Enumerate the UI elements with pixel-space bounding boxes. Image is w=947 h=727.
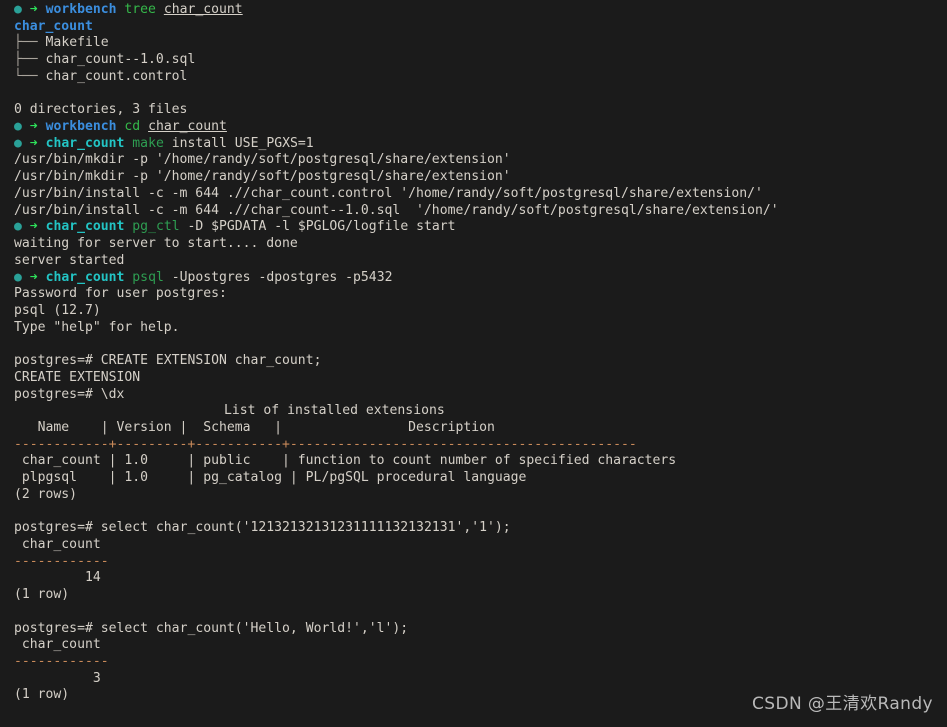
blank-line <box>0 504 947 521</box>
prompt-arrow-icon: ➜ <box>30 119 38 134</box>
prompt-dot-icon: ● <box>14 270 22 285</box>
tree-entry-name: Makefile <box>46 35 109 50</box>
tree-summary: 0 directories, 3 files <box>0 102 947 119</box>
blank-line <box>0 336 947 353</box>
tree-entry: ├── char_count--1.0.sql <box>0 52 947 69</box>
prompt-host: char_count <box>46 136 125 151</box>
prompt-arrow-icon: ➜ <box>30 219 38 234</box>
tree-entry-name: char_count.control <box>46 69 188 84</box>
make-output-line: /usr/bin/mkdir -p '/home/randy/soft/post… <box>0 169 947 186</box>
make-output-line: /usr/bin/mkdir -p '/home/randy/soft/post… <box>0 152 947 169</box>
pgctl-output-line: server started <box>0 253 947 270</box>
psql-prompt-label: postgres=# <box>14 387 93 402</box>
terminal-window: ● ➜ workbench tree char_count char_count… <box>0 0 947 727</box>
query-result-value: 14 <box>0 570 947 587</box>
tree-branch-icon: └── <box>14 69 38 84</box>
command-make: make <box>132 136 164 151</box>
prompt-dot-icon: ● <box>14 2 22 17</box>
psql-query-text: select char_count('Hello, World!','l'); <box>101 621 408 636</box>
prompt-line-pgctl: ● ➜ char_count pg_ctl -D $PGDATA -l $PGL… <box>0 219 947 236</box>
tree-root: char_count <box>0 19 947 36</box>
psql-query-text: \dx <box>101 387 125 402</box>
psql-prompt-label: postgres=# <box>14 353 93 368</box>
prompt-host: workbench <box>46 2 117 17</box>
dx-table-title: List of installed extensions <box>0 403 947 420</box>
command-tree-arg: char_count <box>164 2 243 17</box>
prompt-arrow-icon: ➜ <box>30 2 38 17</box>
psql-prompt-label: postgres=# <box>14 520 93 535</box>
psql-startup-line: Password for user postgres: <box>0 286 947 303</box>
prompt-arrow-icon: ➜ <box>30 270 38 285</box>
psql-prompt-create-extension: postgres=# CREATE EXTENSION char_count; <box>0 353 947 370</box>
table-row: char_count | 1.0 | public | function to … <box>0 453 947 470</box>
tree-entry: └── char_count.control <box>0 69 947 86</box>
command-cd: cd <box>124 119 140 134</box>
prompt-host: char_count <box>46 219 125 234</box>
psql-startup-line: psql (12.7) <box>0 303 947 320</box>
prompt-line-psql: ● ➜ char_count psql -Upostgres -dpostgre… <box>0 270 947 287</box>
table-row: plpgsql | 1.0 | pg_catalog | PL/pgSQL pr… <box>0 470 947 487</box>
tree-root-label: char_count <box>14 19 93 34</box>
query-separator: ------------ <box>0 554 947 571</box>
blank-line <box>0 86 947 103</box>
make-output-line: /usr/bin/install -c -m 644 .//char_count… <box>0 203 947 220</box>
query-column-header: char_count <box>0 537 947 554</box>
prompt-dot-icon: ● <box>14 136 22 151</box>
tree-branch-icon: ├── <box>14 52 38 67</box>
watermark-text: CSDN @王清欢Randy <box>752 696 933 713</box>
tree-entry-name: char_count--1.0.sql <box>46 52 196 67</box>
query-separator: ------------ <box>0 654 947 671</box>
psql-prompt-query-1: postgres=# select char_count('1213213213… <box>0 520 947 537</box>
prompt-host: workbench <box>46 119 117 134</box>
pgctl-output-line: waiting for server to start.... done <box>0 236 947 253</box>
dx-table-separator: ------------+---------+-----------+-----… <box>0 437 947 454</box>
dx-row-count: (2 rows) <box>0 487 947 504</box>
psql-query-text: select char_count('121321321312311111321… <box>101 520 511 535</box>
dx-table-header: Name | Version | Schema | Description <box>0 420 947 437</box>
prompt-line-tree: ● ➜ workbench tree char_count <box>0 2 947 19</box>
prompt-dot-icon: ● <box>14 219 22 234</box>
query-result-value: 3 <box>0 671 947 688</box>
tree-branch-icon: ├── <box>14 35 38 50</box>
command-make-args: install USE_PGXS=1 <box>172 136 314 151</box>
query-row-count: (1 row) <box>0 587 947 604</box>
psql-prompt-dx: postgres=# \dx <box>0 387 947 404</box>
psql-prompt-query-2: postgres=# select char_count('Hello, Wor… <box>0 621 947 638</box>
prompt-arrow-icon: ➜ <box>30 136 38 151</box>
command-tree: tree <box>124 2 156 17</box>
psql-query-text: CREATE EXTENSION char_count; <box>101 353 322 368</box>
psql-startup-line: Type "help" for help. <box>0 320 947 337</box>
query-column-header: char_count <box>0 637 947 654</box>
command-psql: psql <box>132 270 164 285</box>
prompt-host: char_count <box>46 270 125 285</box>
prompt-line-make: ● ➜ char_count make install USE_PGXS=1 <box>0 136 947 153</box>
psql-prompt-label: postgres=# <box>14 621 93 636</box>
make-output-line: /usr/bin/install -c -m 644 .//char_count… <box>0 186 947 203</box>
command-pgctl-args: -D $PGDATA -l $PGLOG/logfile start <box>188 219 456 234</box>
command-psql-args: -Upostgres -dpostgres -p5432 <box>172 270 393 285</box>
create-extension-result: CREATE EXTENSION <box>0 370 947 387</box>
tree-entry: ├── Makefile <box>0 35 947 52</box>
prompt-dot-icon: ● <box>14 119 22 134</box>
prompt-line-cd: ● ➜ workbench cd char_count <box>0 119 947 136</box>
blank-line <box>0 604 947 621</box>
command-pgctl: pg_ctl <box>132 219 179 234</box>
command-cd-arg: char_count <box>148 119 227 134</box>
